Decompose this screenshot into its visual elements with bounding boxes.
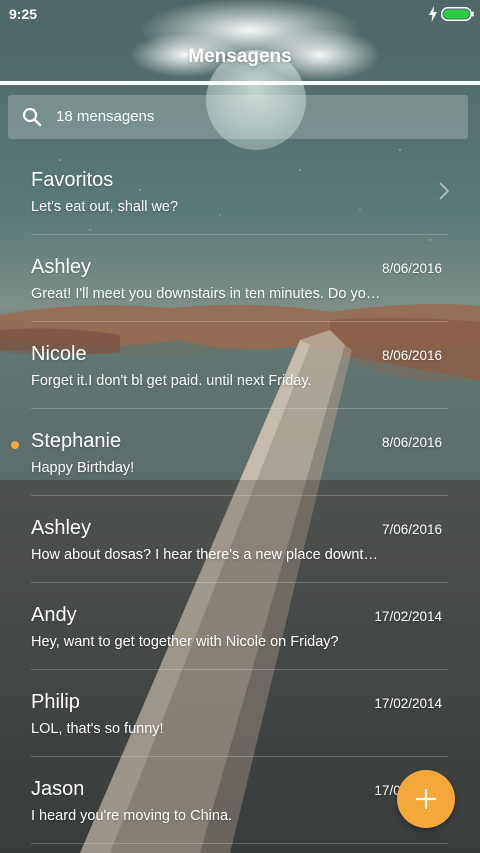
header-divider <box>0 81 480 85</box>
battery-icon <box>441 7 474 21</box>
message-date: 17/02/2014 <box>374 609 442 624</box>
message-preview: Let's eat out, shall we? <box>31 199 179 215</box>
contact-name: Philip <box>31 691 80 713</box>
contact-name: Stephanie <box>31 430 122 452</box>
search-icon <box>22 107 42 127</box>
search-bar[interactable]: 18 mensagens <box>8 95 468 139</box>
conversation-item[interactable]: Ashley Great! I'll meet you downstairs in… <box>0 235 480 322</box>
conversation-item[interactable]: Nicole Forget it.I don't bl get paid. unt… <box>0 322 480 409</box>
message-date: 8/06/2016 <box>381 435 442 450</box>
message-list: Favoritos Let's eat out, shall we? Ashley G… <box>0 148 480 844</box>
row-divider <box>31 843 448 844</box>
search-count-label: 18 mensagens <box>56 108 155 125</box>
contact-name: Favoritos <box>31 169 114 191</box>
message-preview: Great! I'll meet you downstairs in ten m… <box>31 286 383 302</box>
status-bar: 9:25 <box>0 0 480 28</box>
conversation-item[interactable]: Philip LOL, that's so funny! 17/02/2014 <box>0 670 480 757</box>
message-preview: Forget it.I don't bl get paid. until nex… <box>31 373 312 389</box>
message-preview: I heard you're moving to China. <box>31 808 233 824</box>
new-message-button[interactable] <box>397 770 455 828</box>
contact-name: Jason <box>31 778 85 800</box>
message-date: 7/06/2016 <box>381 522 442 537</box>
contact-name: Ashley <box>31 256 92 278</box>
message-date: 8/06/2016 <box>381 348 442 363</box>
page-title: Mensagens <box>188 46 292 67</box>
status-time: 9:25 <box>9 6 38 22</box>
chevron-right-icon <box>439 182 449 200</box>
plus-icon <box>416 789 436 809</box>
message-preview: How about dosas? I hear there's a new pl… <box>31 547 383 563</box>
message-date: 17/02/2014 <box>374 696 442 711</box>
conversation-item[interactable]: Ashley How about dosas? I hear there's a … <box>0 496 480 583</box>
message-preview: Happy Birthday! <box>31 460 135 476</box>
message-date: 8/06/2016 <box>381 261 442 276</box>
message-preview: LOL, that's so funny! <box>31 721 164 737</box>
contact-name: Nicole <box>31 343 87 365</box>
messages-screen: 9:25 Mensagens 18 mensagens Favoritos Let… <box>0 0 480 853</box>
contact-name: Ashley <box>31 517 92 539</box>
conversation-item[interactable]: Andy Hey, want to get together with Nicol… <box>0 583 480 670</box>
unread-indicator-dot <box>11 441 19 449</box>
message-preview: Hey, want to get together with Nicole on… <box>31 634 339 650</box>
charging-bolt-icon <box>429 6 437 22</box>
conversation-item[interactable]: Stephanie Happy Birthday! 8/06/2016 <box>0 409 480 496</box>
favorites-item[interactable]: Favoritos Let's eat out, shall we? <box>0 148 480 235</box>
contact-name: Andy <box>31 604 77 626</box>
